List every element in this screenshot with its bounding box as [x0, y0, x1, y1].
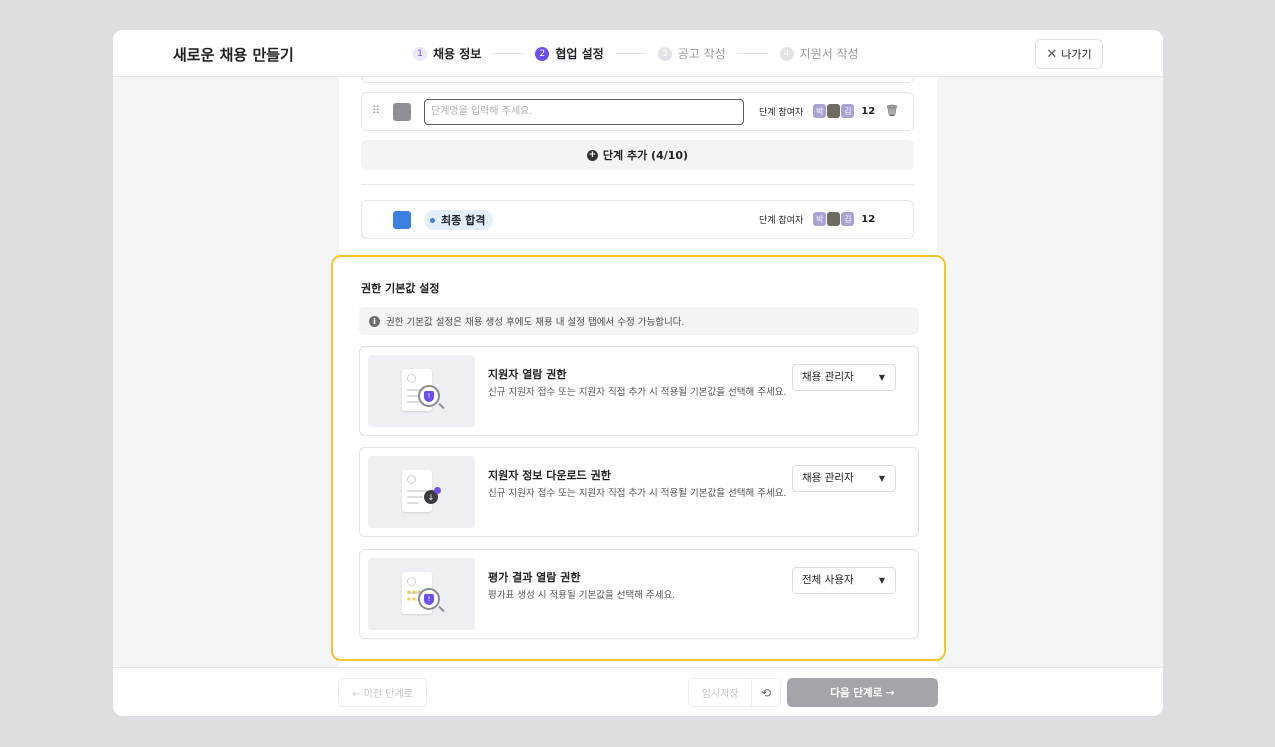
caret-down-icon: ▼ [878, 373, 885, 382]
divider [361, 184, 914, 185]
step-connector [615, 53, 646, 54]
participants-count: 12 [861, 213, 876, 225]
select-value: 전체 사용자 [802, 574, 854, 586]
select-value: 채용 관리자 [802, 472, 854, 484]
next-step-button[interactable]: 다음 단계로 → [787, 678, 938, 707]
page-title: 새로운 채용 만들기 [173, 46, 294, 64]
permission-title: 지원자 열람 권한 [488, 368, 567, 381]
exit-button-label: 나가기 [1061, 48, 1092, 61]
participants-count: 12 [861, 105, 876, 117]
permission-item-applicant-view: ! 지원자 열람 권한 신규 지원자 접수 또는 지원자 직접 추가 시 적용될… [359, 346, 919, 436]
step-4-number: 4 [779, 46, 794, 61]
permission-select[interactable]: 전체 사용자 ▼ [792, 567, 896, 594]
participants-label: 단계 참여자 [759, 215, 804, 226]
prev-step-button[interactable]: ← 이전 단계로 [338, 678, 427, 707]
step-connector [737, 53, 768, 54]
step-3-label: 공고 작성 [677, 47, 726, 61]
stage-color-picker[interactable] [393, 103, 411, 121]
avatar: 김 [841, 212, 855, 226]
step-3[interactable]: 3 공고 작성 [657, 45, 726, 62]
caret-down-icon: ▼ [878, 576, 885, 585]
history-icon[interactable]: ⟲ [751, 678, 781, 707]
info-text: 권한 기본값 설정은 채용 생성 후에도 채용 내 설정 탭에서 수정 가능합니… [386, 317, 685, 328]
step-1-label: 채용 정보 [433, 47, 482, 61]
add-stage-button[interactable]: + 단계 추가 (4/10) [361, 140, 914, 170]
close-icon: ✕ [1046, 46, 1058, 62]
previous-stage-row [361, 77, 914, 83]
step-4-label: 지원서 작성 [799, 47, 859, 61]
avatar: 박 [813, 104, 827, 118]
step-3-number: 3 [657, 46, 672, 61]
avatar: 박 [813, 212, 827, 226]
step-1-number: 1 [413, 46, 427, 61]
applicant-download-icon: ↓ [368, 456, 475, 528]
info-icon: i [369, 315, 380, 327]
step-2[interactable]: 2 협업 설정 [535, 45, 604, 62]
stage-name-input[interactable]: 단계명을 입력해 주세요. [424, 99, 744, 125]
permission-section-title: 권한 기본값 설정 [361, 282, 440, 295]
permission-title: 평가 결과 열람 권한 [488, 571, 581, 584]
permission-item-applicant-download: ↓ 지원자 정보 다운로드 권한 신규 지원자 접수 또는 지원자 직접 추가 … [359, 447, 919, 537]
permission-description: 신규 지원자 접수 또는 지원자 직접 추가 시 적용될 기본값을 선택해 주세… [488, 387, 787, 398]
add-stage-label: 단계 추가 (4/10) [602, 149, 689, 162]
permission-description: 신규 지원자 접수 또는 지원자 직접 추가 시 적용될 기본값을 선택해 주세… [488, 488, 787, 499]
step-connector [493, 53, 524, 54]
step-2-label: 협업 설정 [555, 47, 604, 61]
caret-down-icon: ▼ [878, 474, 885, 483]
stage-color-picker[interactable] [393, 211, 411, 229]
select-value: 채용 관리자 [802, 371, 854, 383]
evaluation-view-icon: ★★★ ★★ ! [368, 558, 475, 630]
permission-defaults-card: 권한 기본값 설정 i 권한 기본값 설정은 채용 생성 후에도 채용 내 설정… [331, 255, 946, 661]
trash-icon[interactable]: 🗑 [885, 104, 899, 117]
avatar [827, 212, 841, 226]
participants-label: 단계 참여자 [759, 107, 804, 118]
plus-icon: + [586, 149, 598, 161]
step-2-number: 2 [535, 46, 550, 61]
permission-select[interactable]: 채용 관리자 ▼ [792, 465, 896, 492]
permission-select[interactable]: 채용 관리자 ▼ [792, 364, 896, 391]
header-bar: 새로운 채용 만들기 1 채용 정보 2 협업 설정 3 공고 작성 4 지원서… [113, 30, 1163, 77]
step-indicator: 1 채용 정보 2 협업 설정 3 공고 작성 4 지원서 작성 [413, 45, 859, 62]
final-stage-chip: 최종 합격 [424, 210, 494, 230]
drag-handle-icon[interactable]: ⠿ [372, 104, 380, 117]
stage-row-final: 최종 합격 단계 참여자 박 김 12 [361, 200, 914, 239]
final-stage-label: 최종 합격 [441, 214, 486, 227]
permission-title: 지원자 정보 다운로드 권한 [488, 469, 611, 482]
avatar: 김 [841, 104, 855, 118]
stage-participants[interactable]: 단계 참여자 박 김 12 [759, 104, 875, 118]
info-banner: i 권한 기본값 설정은 채용 생성 후에도 채용 내 설정 탭에서 수정 가능… [359, 307, 919, 335]
permission-description: 평가표 생성 시 적용될 기본값을 선택해 주세요. [488, 590, 676, 601]
step-4[interactable]: 4 지원서 작성 [779, 45, 859, 62]
applicant-view-icon: ! [368, 355, 475, 427]
stage-row-new: ⠿ 단계명을 입력해 주세요. 단계 참여자 박 김 12 🗑 [361, 92, 914, 131]
stage-participants[interactable]: 단계 참여자 박 김 12 [759, 212, 875, 226]
footer-bar: ← 이전 단계로 임시저장 ⟲ 다음 단계로 → [113, 667, 1163, 716]
status-dot [430, 217, 435, 223]
exit-button[interactable]: ✕ 나가기 [1035, 39, 1103, 69]
permission-item-evaluation-view: ★★★ ★★ ! 평가 결과 열람 권한 평가표 생성 시 적용될 기본값을 선택… [359, 549, 919, 639]
temp-save-button[interactable]: 임시저장 [688, 678, 752, 707]
avatar [827, 104, 841, 118]
step-1[interactable]: 1 채용 정보 [413, 45, 481, 62]
